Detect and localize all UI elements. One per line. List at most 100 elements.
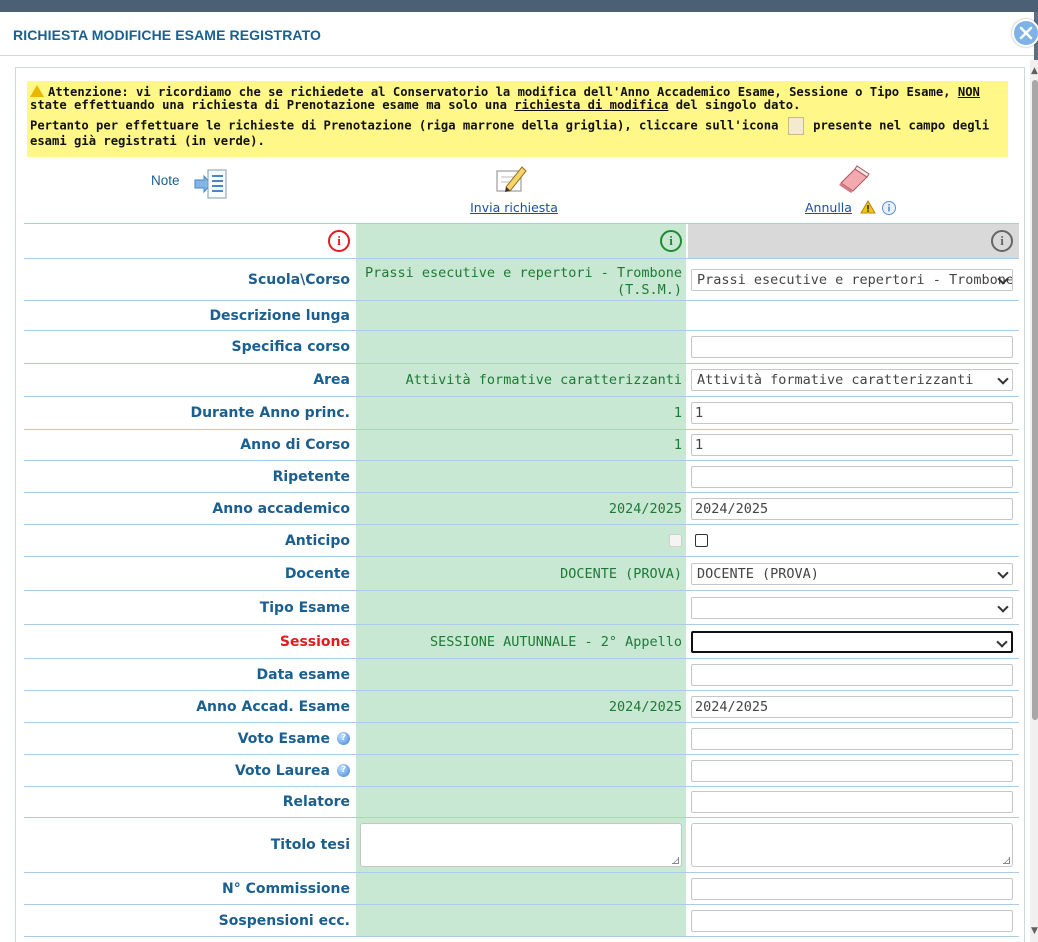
row-sessione: Sessione SESSIONE AUTUNNALE - 2° Appello: [24, 625, 1019, 659]
row-sospensioni: Sospensioni ecc.: [24, 905, 1019, 937]
current-titolo-tesi-cell: [356, 818, 686, 872]
row-anno-accad-esame: Anno Accad. Esame 2024/2025 2024/2025: [24, 691, 1019, 723]
annulla-link[interactable]: Annulla: [805, 200, 852, 215]
label-voto-laurea: Voto Laurea: [234, 762, 330, 779]
voto-laurea-input[interactable]: [691, 759, 1013, 782]
current-docente: DOCENTE (PROVA): [356, 557, 686, 590]
info-icon[interactable]: [881, 200, 897, 216]
row-ripetente: Ripetente: [24, 461, 1019, 493]
new-anticipo-cell: [688, 525, 1019, 556]
eraser-icon[interactable]: [837, 163, 871, 193]
scuola-corso-select[interactable]: Prassi esecutive e repertori - Trombone …: [691, 268, 1013, 291]
edit-grid: i i i Scuola\Corso Prassi esecutive e re…: [24, 223, 1019, 937]
dialog-title: RICHIESTA MODIFICHE ESAME REGISTRATO: [13, 27, 321, 43]
warning-non: NON: [957, 85, 980, 99]
resize-grip-icon[interactable]: [672, 857, 679, 864]
row-titolo-tesi: Titolo tesi: [24, 818, 1019, 873]
scroll-down-icon[interactable]: ▼: [1031, 926, 1038, 936]
new-descrizione-lunga-cell: [688, 301, 1019, 330]
warning-text-b: state effettuando una richiesta di Preno…: [30, 98, 515, 112]
sospensioni-input[interactable]: [691, 909, 1013, 932]
scrollbar-thumb[interactable]: [1032, 80, 1038, 720]
anno-accademico-input[interactable]: 2024/2025: [691, 497, 1013, 520]
label-voto-laurea-cell: Voto Laurea?: [24, 755, 354, 786]
warning-richiesta-modifica: richiesta di modifica: [514, 98, 669, 112]
label-anticipo: Anticipo: [284, 532, 350, 549]
close-button[interactable]: [1012, 19, 1038, 47]
current-sospensioni: [356, 905, 686, 936]
ripetente-input[interactable]: [691, 465, 1013, 488]
voto-esame-input[interactable]: [691, 727, 1013, 750]
label-area: Area: [313, 372, 350, 388]
label-sospensioni: Sospensioni ecc.: [218, 912, 350, 929]
anno-di-corso-input[interactable]: 1: [691, 434, 1013, 456]
resize-grip-icon[interactable]: [1003, 857, 1010, 864]
data-esame-input[interactable]: [691, 663, 1013, 686]
durante-anno-input[interactable]: 1: [691, 402, 1013, 424]
area-select[interactable]: Attività formative caratterizzanti: [691, 369, 1013, 391]
dialog-header: RICHIESTA MODIFICHE ESAME REGISTRATO: [0, 12, 1034, 56]
docente-select[interactable]: DOCENTE (PROVA): [691, 562, 1013, 585]
row-durante-anno: Durante Anno princ. 1 1: [24, 397, 1019, 430]
dialog-content[interactable]: Attenzione: vi ricordiamo che se richied…: [15, 67, 1025, 942]
row-voto-laurea: Voto Laurea?: [24, 755, 1019, 787]
label-durante-anno: Durante Anno princ.: [190, 405, 350, 421]
warning-box: Attenzione: vi ricordiamo che se richied…: [27, 81, 1008, 157]
tipo-esame-select[interactable]: [691, 596, 1013, 619]
current-scuola-corso: Prassi esecutive e repertori - Trombone …: [356, 259, 686, 300]
current-anno-accad-esame: 2024/2025: [356, 691, 686, 722]
relatore-input[interactable]: [691, 791, 1013, 813]
current-voto-laurea: [356, 755, 686, 786]
label-commissione: N° Commissione: [221, 880, 350, 897]
titolo-tesi-textarea[interactable]: [691, 823, 1013, 867]
help-icon[interactable]: ?: [337, 764, 350, 777]
docente-value: DOCENTE (PROVA): [697, 565, 819, 582]
vertical-scrollbar[interactable]: ▲ ▼: [1030, 60, 1038, 942]
anno-accad-esame-input[interactable]: 2024/2025: [691, 695, 1013, 718]
note-label[interactable]: Note: [151, 173, 180, 188]
new-relatore-cell: [688, 787, 1019, 817]
pencil-paper-icon[interactable]: [494, 163, 528, 195]
row-area: Area Attività formative caratterizzanti …: [24, 364, 1019, 397]
row-anticipo: Anticipo: [24, 525, 1019, 557]
row-commissione: N° Commissione: [24, 873, 1019, 905]
label-scuola-corso: Scuola\Corso: [247, 271, 350, 288]
anticipo-checkbox[interactable]: [695, 534, 708, 547]
warning-text-c: del singolo dato.: [668, 98, 801, 112]
current-relatore: [356, 787, 686, 817]
new-ripetente-cell: [688, 461, 1019, 492]
label-anno-accademico: Anno accademico: [212, 500, 350, 517]
grid-header-row: i i i: [24, 223, 1019, 259]
sessione-select[interactable]: [691, 630, 1013, 653]
new-titolo-tesi-cell: [688, 818, 1019, 872]
label-descrizione-lunga: Descrizione lunga: [209, 307, 350, 324]
invia-richiesta-link[interactable]: Invia richiesta: [454, 200, 574, 215]
scuola-corso-value: Prassi esecutive e repertori - Trombone …: [697, 271, 1013, 288]
new-data-esame-cell: [688, 659, 1019, 690]
chevron-down-icon: [997, 600, 1009, 613]
scroll-up-icon[interactable]: ▲: [1031, 66, 1038, 76]
warning-icon: [860, 200, 876, 214]
current-anticipo-cell: [356, 525, 686, 556]
info-red-icon: i: [328, 230, 350, 252]
row-anno-di-corso: Anno di Corso 1 1: [24, 430, 1019, 461]
warning-paragraph-1: Attenzione: vi ricordiamo che se richied…: [30, 84, 1005, 112]
current-anno-accademico: 2024/2025: [356, 493, 686, 524]
new-durante-anno-cell: 1: [688, 397, 1019, 429]
new-sospensioni-cell: [688, 905, 1019, 936]
current-durante-anno: 1: [356, 397, 686, 429]
specifica-corso-input[interactable]: [691, 336, 1013, 358]
label-data-esame: Data esame: [256, 666, 350, 683]
note-icon[interactable]: [194, 168, 228, 200]
titolo-tesi-current-textarea[interactable]: [360, 823, 682, 867]
help-icon[interactable]: ?: [337, 732, 350, 745]
header-current-cell: i: [356, 224, 686, 258]
chevron-down-icon: [996, 635, 1008, 648]
row-relatore: Relatore: [24, 787, 1019, 818]
commissione-input[interactable]: [691, 877, 1013, 900]
current-voto-esame: [356, 723, 686, 754]
new-anno-di-corso-cell: 1: [688, 430, 1019, 460]
current-commissione: [356, 873, 686, 904]
new-docente-cell: DOCENTE (PROVA): [688, 557, 1019, 590]
new-voto-laurea-cell: [688, 755, 1019, 786]
